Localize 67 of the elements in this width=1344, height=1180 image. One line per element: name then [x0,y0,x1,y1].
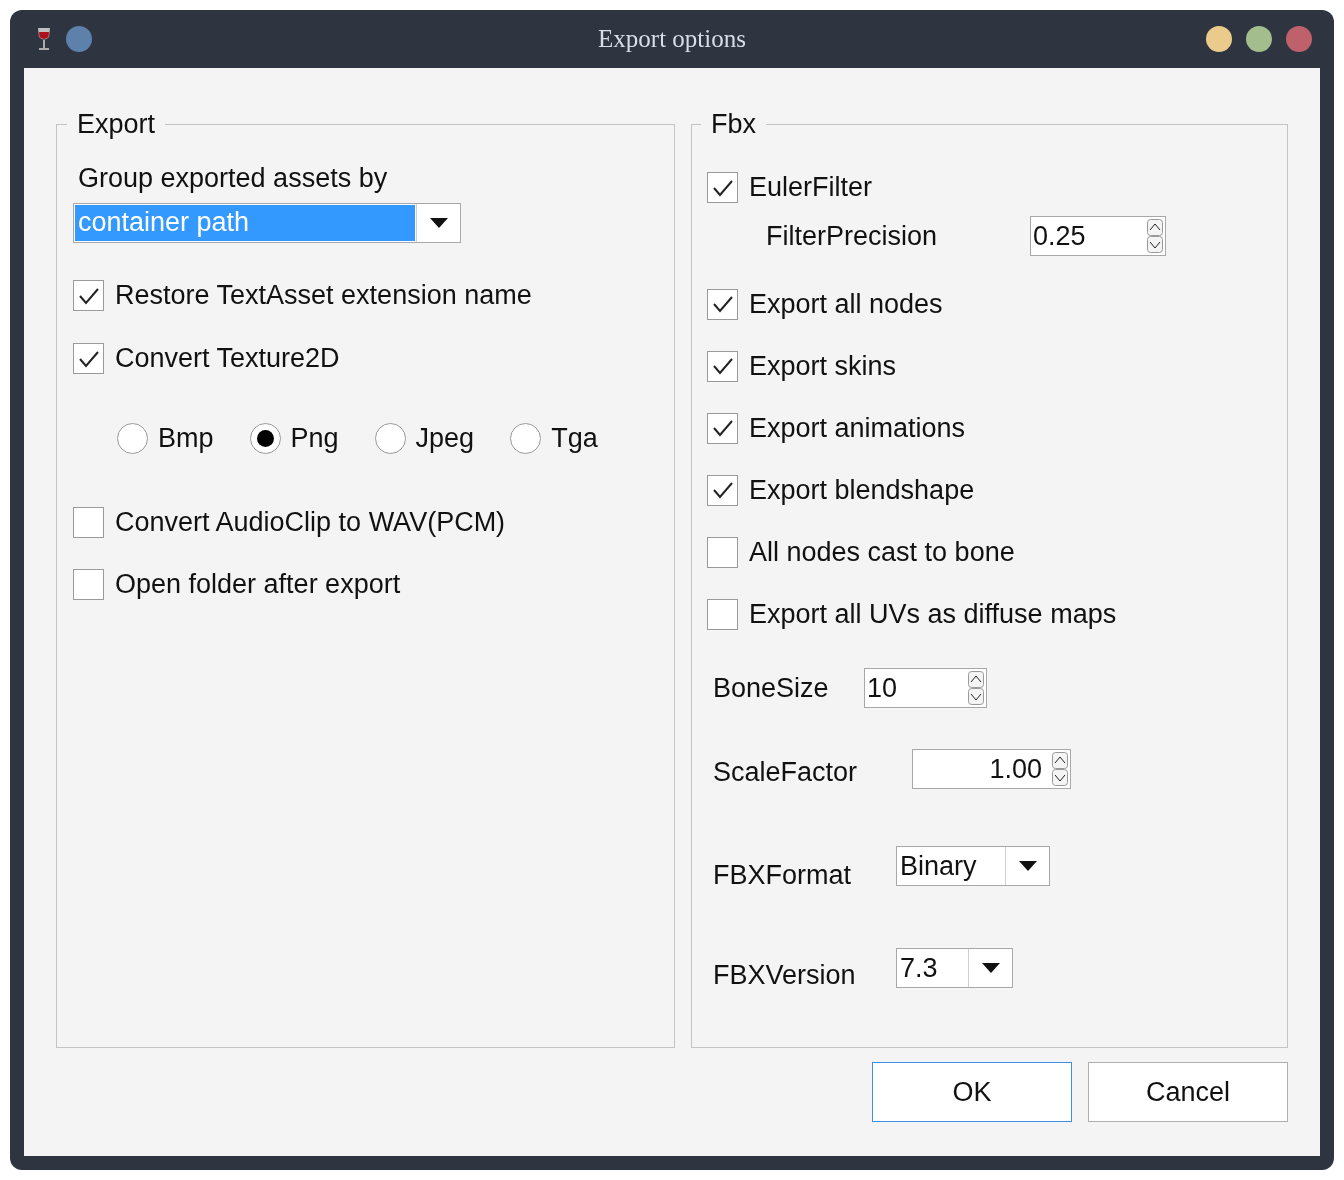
group-title: Export [76,108,157,141]
caret-down-icon [429,217,448,228]
field-label: FilterPrecision [766,219,939,253]
window-title: Export options [598,24,746,55]
spin-value: 0.25 [1033,219,1087,253]
minimize-button[interactable] [1206,26,1232,52]
spin-box[interactable]: 10 [864,668,987,709]
window-button[interactable] [66,26,92,52]
spin-value: 1.00 [988,752,1043,786]
maximize-button[interactable] [1246,26,1272,52]
spin-arrows-icon [1147,218,1163,253]
checkbox-label: Export blendshape [749,473,975,507]
dropdown[interactable]: Binary [896,846,1050,887]
field-label: FBXFormat [713,859,853,892]
checkmark-icon [711,294,734,314]
checkbox-label: EulerFilter [749,171,873,205]
checkmark-icon [711,356,734,376]
spin-box[interactable]: 1.00 [912,748,1071,789]
spin-box[interactable]: 0.25 [1030,215,1166,256]
checkbox[interactable] [73,507,104,538]
radio-button[interactable] [117,423,148,454]
field-label: FBXVersion [713,958,857,992]
checkbox-label: Export skins [749,349,897,383]
caret-down-icon [1018,861,1037,872]
dialog-button[interactable]: Cancel [1088,1062,1288,1122]
checkbox-label: Convert Texture2D [115,342,340,376]
radio-label: Tga [551,422,598,456]
checkbox-label: Export all nodes [749,287,943,321]
field-label: BoneSize [713,672,830,705]
dropdown-value: Binary [899,850,978,883]
checkmark-icon [711,418,734,438]
dropdown[interactable]: 7.3 [896,947,1013,988]
field-label: ScaleFactor [713,755,859,789]
checkbox[interactable] [73,343,104,374]
radio-button[interactable] [510,423,542,454]
radio-button[interactable] [249,423,281,454]
spin-arrows-icon [968,671,984,706]
checkbox-label: Export all UVs as diffuse maps [749,597,1117,631]
radio-label: Bmp [158,422,214,456]
dropdown-value: 7.3 [899,951,939,985]
radio-label: Jpeg [415,422,475,456]
wine-glass-icon [36,27,52,51]
checkbox-label: Restore TextAsset extension name [115,279,532,313]
checkbox[interactable] [707,412,738,444]
field-label: Group exported assets by [78,161,389,195]
checkbox-label: Convert AudioClip to WAV(PCM) [115,506,506,540]
checkbox[interactable] [707,350,738,382]
checkmark-icon [711,480,734,500]
caret-down-icon [981,962,1000,973]
spin-arrows-icon [1052,751,1068,786]
dropdown-value: container path [75,204,415,241]
radio-button[interactable] [374,423,406,454]
group-title: Fbx [710,108,757,141]
checkbox[interactable] [707,536,738,568]
close-button[interactable] [1286,26,1312,52]
checkbox-label: Export animations [749,411,966,445]
checkbox[interactable] [707,172,738,203]
checkbox-label: All nodes cast to bone [749,535,1015,569]
checkbox[interactable] [73,569,104,600]
checkbox[interactable] [707,288,738,320]
checkbox[interactable] [707,598,738,630]
checkbox[interactable] [73,280,104,311]
dialog-button[interactable]: OK [872,1062,1072,1122]
checkbox-label: Open folder after export [115,568,401,602]
spin-value: 10 [867,672,899,705]
checkbox[interactable] [707,474,738,506]
radio-label: Png [290,422,339,456]
